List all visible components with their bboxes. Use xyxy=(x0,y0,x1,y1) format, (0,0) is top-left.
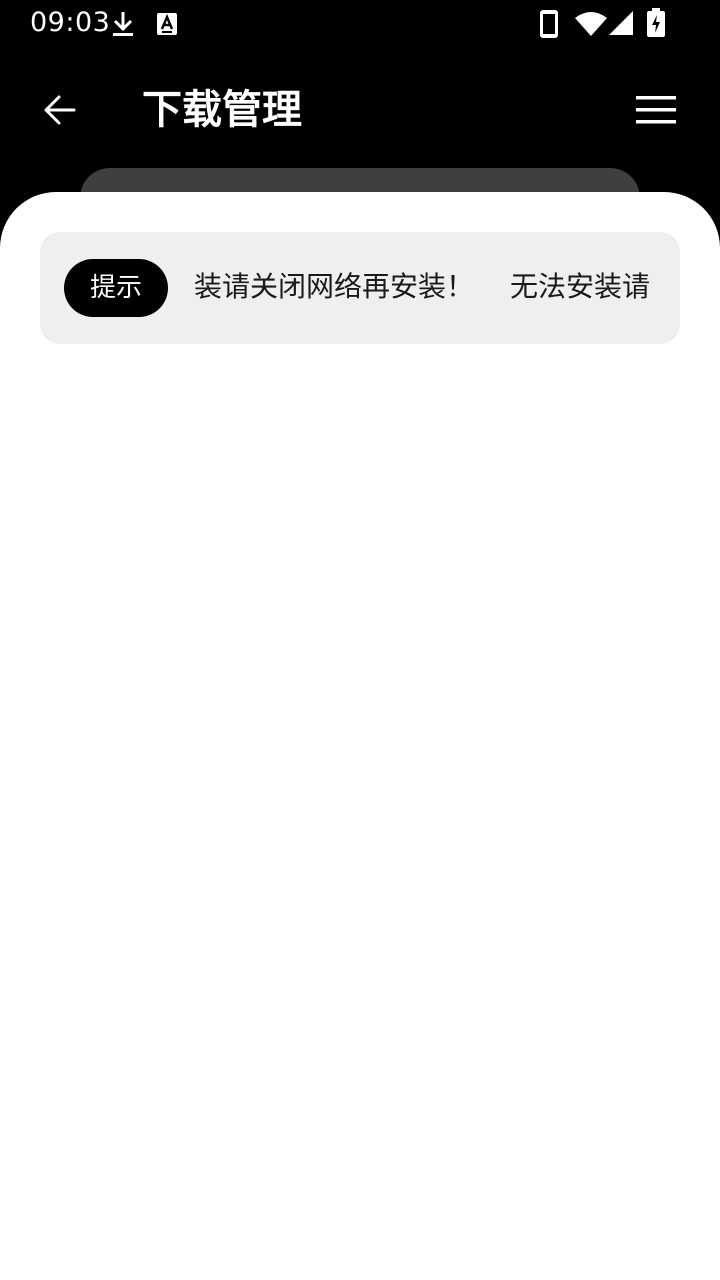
status-time: 09:03 xyxy=(30,7,111,38)
marquee-track: 装请关闭网络再安装！ 无法安装请 xyxy=(194,266,656,308)
download-icon xyxy=(113,12,133,36)
keyboard-a-icon xyxy=(157,13,177,35)
hamburger-menu-icon xyxy=(636,96,676,124)
wifi-icon xyxy=(575,12,607,36)
marquee-text: 装请关闭网络再安装！ xyxy=(194,270,475,303)
page-title: 下载管理 xyxy=(142,87,302,133)
back-button[interactable] xyxy=(30,82,90,138)
marquee-text-next: 无法安装请 xyxy=(510,270,651,303)
arrow-left-icon xyxy=(44,95,76,125)
menu-button[interactable] xyxy=(626,82,686,138)
notice-marquee: 装请关闭网络再安装！ 无法安装请 xyxy=(194,232,656,344)
signal-icon xyxy=(609,11,633,35)
screen: 09:03 下载管理 提示 装请关闭网络再安装！ 无法安装请 xyxy=(0,0,720,1280)
notice-badge: 提示 xyxy=(64,259,168,317)
battery-charging-icon xyxy=(647,8,665,37)
app-bar: 下载管理 xyxy=(0,60,720,160)
notice-bar: 提示 装请关闭网络再安装！ 无法安装请 xyxy=(40,232,680,344)
status-bar: 09:03 xyxy=(0,0,720,48)
content-sheet: 提示 装请关闭网络再安装！ 无法安装请 xyxy=(0,192,720,1280)
phone-icon xyxy=(540,10,558,38)
